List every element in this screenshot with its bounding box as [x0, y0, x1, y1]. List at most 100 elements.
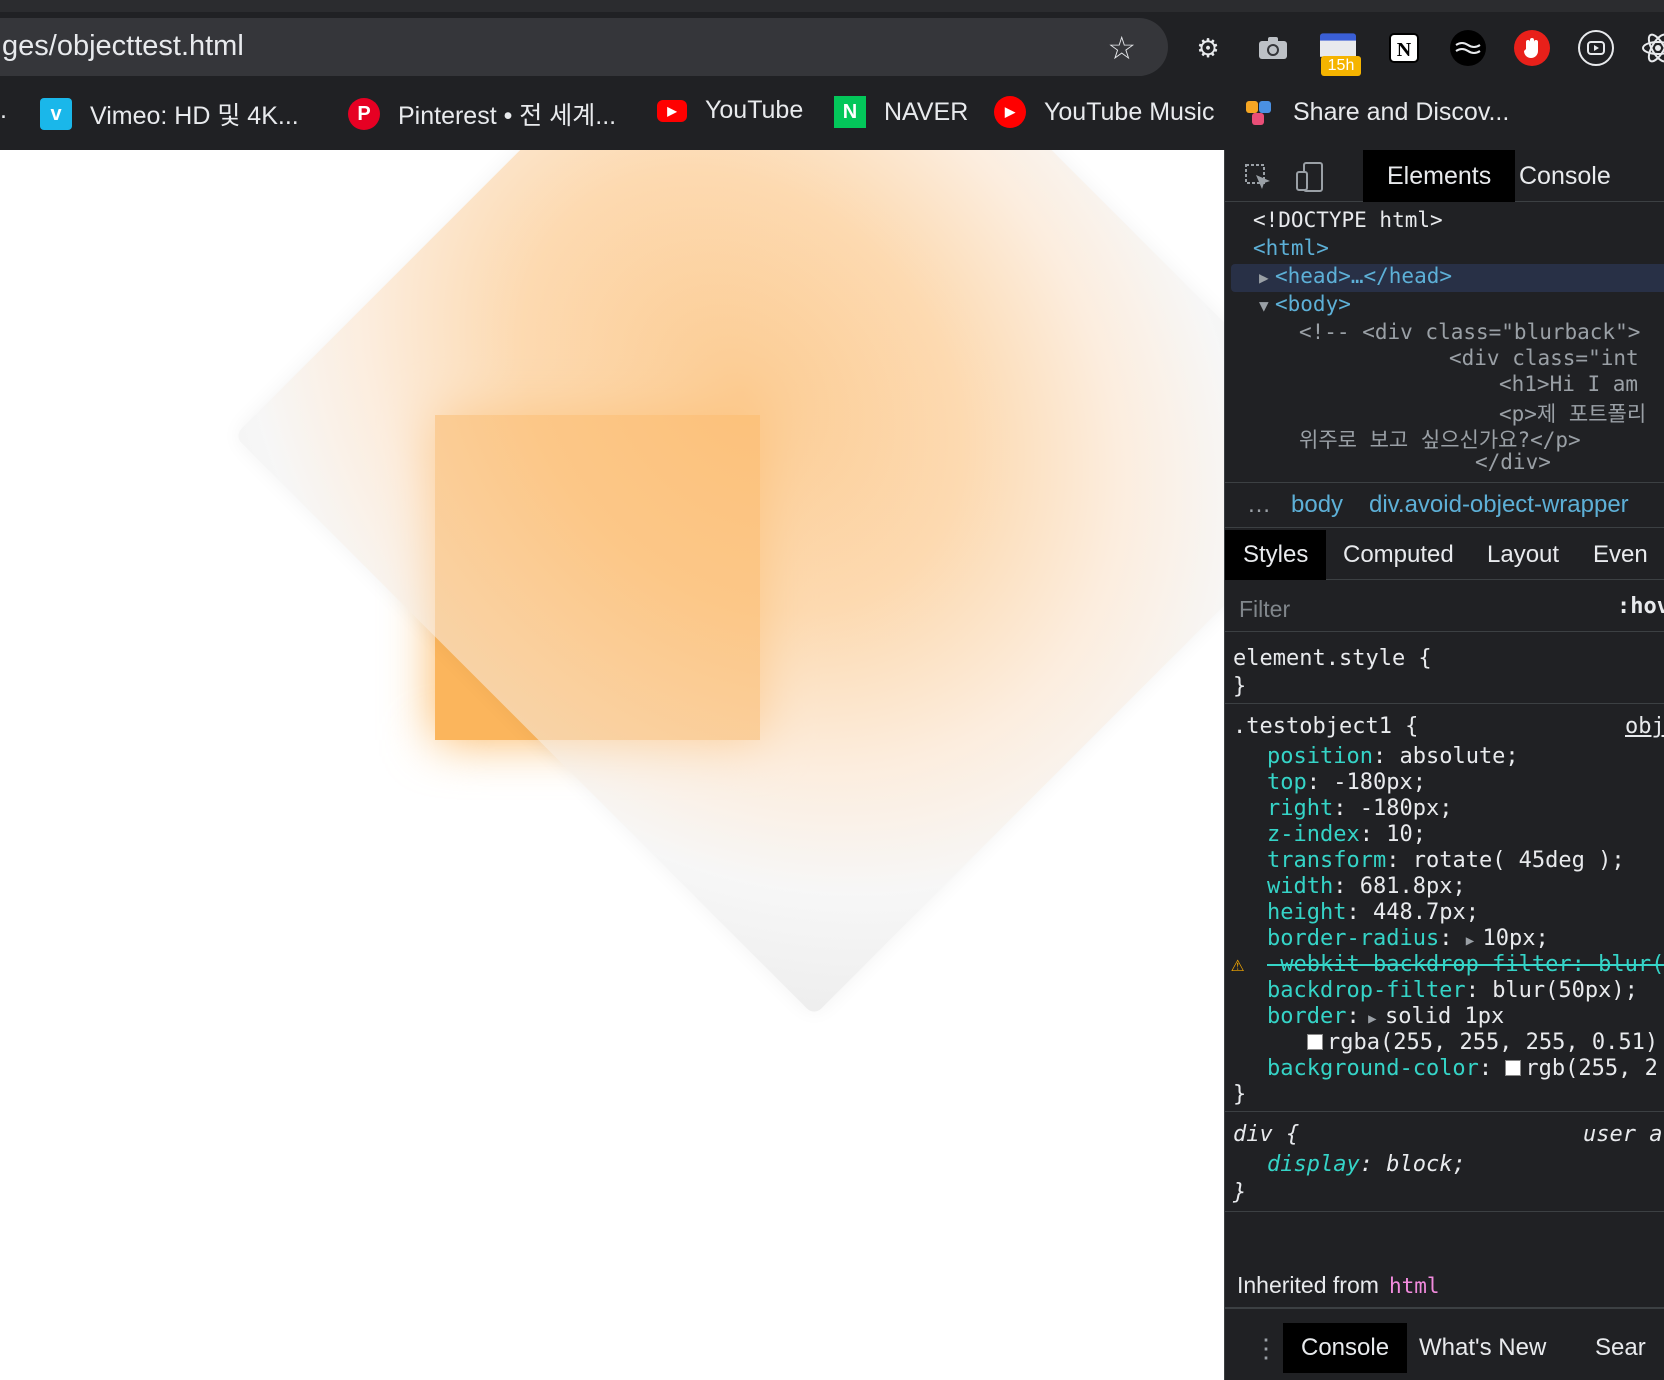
bookmark-label: YouTube	[705, 96, 804, 124]
tab-console[interactable]: Console	[1495, 150, 1635, 202]
close-brace: }	[1233, 1082, 1247, 1107]
color-swatch[interactable]	[1307, 1034, 1323, 1050]
selector[interactable]: div {	[1233, 1122, 1299, 1147]
dom-comment-line: <div class="int	[1449, 346, 1639, 370]
drawer-tabs: ⋮ Console What's New Sear	[1225, 1323, 1664, 1373]
css-property[interactable]: height: 448.7px;	[1267, 900, 1479, 925]
inherited-tag[interactable]: html	[1389, 1274, 1440, 1298]
gear-extension-icon[interactable]: ⚙	[1190, 30, 1226, 66]
naver-icon: N	[834, 96, 866, 128]
dom-head[interactable]: <head>…</head>	[1275, 264, 1452, 288]
color-swatch[interactable]	[1505, 1060, 1522, 1076]
tab-styles[interactable]: Styles	[1225, 530, 1327, 580]
css-property[interactable]: z-index: 10;	[1267, 822, 1426, 847]
drawer-tab-console[interactable]: Console	[1283, 1323, 1408, 1373]
selector[interactable]: element.style {	[1233, 646, 1432, 671]
inherited-label: Inherited from	[1237, 1272, 1379, 1298]
inherited-section: Inherited from html	[1225, 1262, 1664, 1308]
expand-arrow-icon[interactable]: ▶	[1259, 268, 1269, 287]
collapse-arrow-icon[interactable]: ▼	[1259, 296, 1269, 315]
css-property[interactable]: display: block;	[1267, 1152, 1466, 1177]
element-style-rule: element.style { }	[1225, 634, 1664, 704]
bookmark-label: Vimeo: HD 및 4K...	[90, 102, 299, 130]
tab-elements[interactable]: Elements	[1363, 150, 1516, 202]
bookmark-label: Pinterest • 전 세계...	[398, 102, 617, 130]
page-viewport	[0, 150, 1224, 1380]
div-user-agent-rule: div { user a display: block; }	[1225, 1112, 1664, 1212]
css-property[interactable]: transform: rotate( 45deg );	[1267, 848, 1625, 873]
notion-icon[interactable]: N	[1386, 30, 1422, 66]
dom-comment-line: <h1>Hi I am	[1499, 372, 1639, 396]
css-property[interactable]: backdrop-filter: blur(50px);	[1267, 978, 1638, 1003]
bookmark-label: Share and Discov...	[1293, 97, 1510, 126]
bookmark-share[interactable]: Share and Discov...	[1243, 96, 1509, 128]
more-vertical-icon[interactable]: ⋮	[1253, 1333, 1279, 1364]
css-property[interactable]: background-color: rgb(255, 2	[1267, 1056, 1658, 1081]
selector[interactable]: .testobject1 {	[1233, 714, 1418, 739]
bookmark-star-icon[interactable]: ☆	[1107, 29, 1136, 67]
css-property[interactable]: border-radius: ▶ 10px;	[1267, 926, 1549, 951]
bookmark-vimeo[interactable]: v Vimeo: HD 및 4K...	[40, 96, 299, 132]
video-extension-icon[interactable]	[1578, 30, 1614, 66]
css-property[interactable]: top: -180px;	[1267, 770, 1426, 795]
source-label: user a	[1583, 1122, 1663, 1147]
inspect-element-icon[interactable]	[1241, 160, 1275, 194]
bookmark-naver[interactable]: N NAVER	[834, 96, 968, 128]
dom-comment-line: </div>	[1475, 450, 1551, 474]
tab-computed[interactable]: Computed	[1325, 530, 1472, 580]
dom-html[interactable]: <html>	[1253, 236, 1329, 260]
bookmark-pinterest[interactable]: P Pinterest • 전 세계...	[348, 96, 616, 132]
react-devtools-icon[interactable]	[1640, 30, 1664, 66]
address-bar[interactable]: ges/objecttest.html ☆	[0, 18, 1168, 76]
struck-property[interactable]: -webkit-backdrop-filter: blur(	[1267, 952, 1664, 977]
css-property[interactable]: position: absolute;	[1267, 744, 1519, 769]
share-icon	[1243, 96, 1275, 128]
css-property[interactable]: border: ▶ solid 1px	[1267, 1004, 1504, 1029]
dom-tree: <!DOCTYPE html> <html> ▶ <head>…</head> …	[1225, 206, 1664, 476]
url-text[interactable]: ges/objecttest.html	[2, 30, 244, 63]
pinterest-icon: P	[348, 98, 380, 130]
bookmark-label: NAVER	[884, 97, 969, 126]
drawer-tab-whats-new[interactable]: What's New	[1401, 1323, 1564, 1373]
css-property[interactable]: right: -180px;	[1267, 796, 1452, 821]
devtools-topbar: Elements Console	[1225, 150, 1664, 202]
extension-badge: 15h	[1321, 56, 1361, 76]
styles-subtabs: Styles Computed Layout Even	[1225, 530, 1664, 580]
testobject1-rule: .testobject1 { obj position: absolute; t…	[1225, 704, 1664, 1112]
tab-event-listeners[interactable]: Even	[1575, 530, 1664, 580]
devtools-panel: Elements Console <!DOCTYPE html> <html> …	[1224, 150, 1664, 1380]
border-color-value[interactable]: rgba(255, 255, 255, 0.51)	[1307, 1030, 1658, 1055]
stop-hand-icon[interactable]	[1514, 30, 1550, 66]
bookmark-youtube-music[interactable]: ▶ YouTube Music	[994, 96, 1214, 128]
close-brace: }	[1233, 674, 1247, 699]
glass-test-object	[234, 150, 1224, 1016]
tab-strip	[0, 0, 1664, 12]
bookmarks-bar: . v Vimeo: HD 및 4K... P Pinterest • 전 세계…	[0, 86, 1664, 136]
tab-layout[interactable]: Layout	[1469, 530, 1577, 580]
styles-filter-bar: Filter :hov	[1225, 582, 1664, 632]
bookmark-label: YouTube Music	[1044, 97, 1215, 126]
device-toolbar-icon[interactable]	[1293, 160, 1327, 194]
warning-icon: ⚠	[1231, 952, 1245, 977]
bookmark-youtube[interactable]: ▶ YouTube	[657, 96, 803, 125]
breadcrumb-body[interactable]: body	[1291, 491, 1343, 519]
filter-input[interactable]: Filter	[1225, 586, 1595, 628]
hov-toggle[interactable]: :hov	[1617, 594, 1664, 619]
close-brace: }	[1233, 1180, 1247, 1205]
devtools-drawer: ⋮ Console What's New Sear	[1225, 1308, 1664, 1380]
browser-toolbar: ges/objecttest.html ☆ ⚙ 15h N . v Vimeo:…	[0, 0, 1664, 150]
breadcrumb-overflow[interactable]: …	[1247, 491, 1271, 519]
wave-extension-icon[interactable]	[1450, 30, 1486, 66]
vimeo-icon: v	[40, 98, 72, 130]
drawer-tab-search[interactable]: Sear	[1577, 1323, 1664, 1373]
css-property[interactable]: width: 681.8px;	[1267, 874, 1466, 899]
youtube-music-icon: ▶	[994, 96, 1026, 128]
bookmark-overflow[interactable]: .	[0, 96, 7, 125]
dom-body[interactable]: <body>	[1275, 292, 1351, 316]
dom-comment[interactable]: <!-- <div class="blurback">	[1299, 320, 1640, 344]
breadcrumb-div[interactable]: div.avoid-object-wrapper	[1369, 491, 1629, 519]
camera-extension-icon[interactable]	[1255, 30, 1291, 66]
dom-doctype[interactable]: <!DOCTYPE html>	[1253, 208, 1443, 232]
youtube-icon: ▶	[657, 99, 687, 122]
source-link[interactable]: obj	[1625, 714, 1664, 739]
